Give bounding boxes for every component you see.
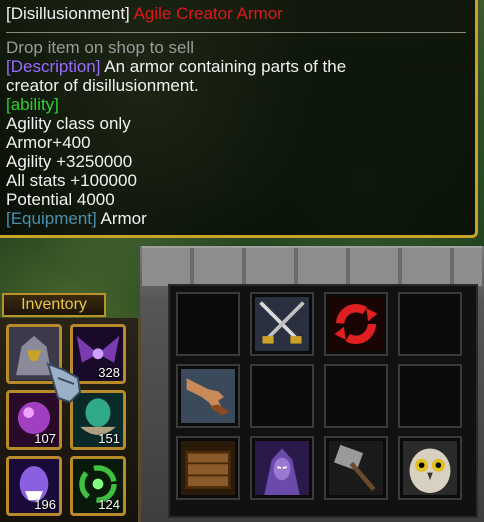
stash-slot-empty[interactable] bbox=[324, 364, 388, 428]
stash-grid bbox=[168, 284, 478, 518]
stash-slot[interactable] bbox=[176, 364, 240, 428]
stat-line: All stats +100000 bbox=[6, 171, 137, 190]
stash-slot-empty[interactable] bbox=[398, 292, 462, 356]
red-refresh-icon bbox=[329, 297, 383, 351]
stash-slot[interactable] bbox=[324, 292, 388, 356]
tooltip-divider bbox=[6, 32, 466, 33]
tooltip-title: [Disillusionment] Agile Creator Armor bbox=[6, 4, 469, 24]
item-name: Agile Creator Armor bbox=[133, 4, 283, 23]
gauntlet-cursor-icon bbox=[46, 362, 82, 404]
description-text-2: creator of disillusionment. bbox=[6, 76, 199, 95]
description-line-1: [Description] An armor containing parts … bbox=[6, 57, 469, 76]
stash-slot[interactable] bbox=[324, 436, 388, 500]
stash-slot-empty[interactable] bbox=[176, 292, 240, 356]
equipment-value: Armor bbox=[96, 209, 147, 228]
description-text-1: An armor containing parts of the bbox=[100, 57, 347, 76]
inventory-slot[interactable]: 196 bbox=[6, 456, 62, 516]
inventory-label: Inventory bbox=[21, 296, 87, 313]
description-tag: [Description] bbox=[6, 57, 101, 76]
inventory-panel: 328 107 151 196 124 bbox=[0, 318, 141, 522]
stash-slot[interactable] bbox=[250, 292, 314, 356]
item-count: 124 bbox=[98, 497, 120, 512]
stash-slot[interactable] bbox=[398, 436, 462, 500]
stat-line: Armor+400 bbox=[6, 133, 91, 152]
stat-line: Potential 4000 bbox=[6, 190, 115, 209]
reaching-hand-icon bbox=[181, 369, 235, 423]
owl-icon bbox=[403, 441, 457, 495]
item-count: 328 bbox=[98, 365, 120, 380]
stone-wall-battlement bbox=[142, 246, 482, 286]
wooden-crate-icon bbox=[181, 441, 235, 495]
stash-slot-empty[interactable] bbox=[250, 364, 314, 428]
item-count: 196 bbox=[34, 497, 56, 512]
stat-line: Agility +3250000 bbox=[6, 152, 133, 171]
item-set-name: [Disillusionment] bbox=[6, 4, 130, 23]
stash-slot[interactable] bbox=[176, 436, 240, 500]
night-elf-icon bbox=[255, 441, 309, 495]
item-count: 151 bbox=[98, 431, 120, 446]
ability-tag: [ability] bbox=[6, 95, 59, 114]
sell-hint: Drop item on shop to sell bbox=[6, 38, 195, 57]
item-tooltip: [Disillusionment] Agile Creator Armor Dr… bbox=[0, 0, 478, 238]
crossed-swords-icon bbox=[255, 297, 309, 351]
stone-hammer-icon bbox=[329, 441, 383, 495]
stash-slot-empty[interactable] bbox=[398, 364, 462, 428]
stat-line: Agility class only bbox=[6, 114, 131, 133]
equipment-tag: [Equipment] bbox=[6, 209, 97, 228]
equipment-line: [Equipment] Armor bbox=[6, 209, 469, 228]
inventory-header: Inventory bbox=[2, 293, 106, 317]
inventory-slot[interactable]: 124 bbox=[70, 456, 126, 516]
item-count: 107 bbox=[34, 431, 56, 446]
stash-slot[interactable] bbox=[250, 436, 314, 500]
